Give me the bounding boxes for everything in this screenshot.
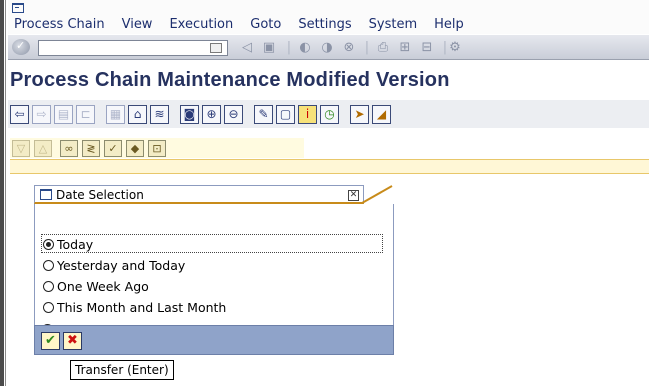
transfer-button[interactable]: ✔: [41, 332, 60, 350]
radio-button[interactable]: [43, 259, 54, 271]
exit-icon[interactable]: ◑: [320, 41, 334, 55]
cancel-icon[interactable]: ⊗: [342, 41, 356, 55]
option-label: This Month and Last Month: [57, 299, 227, 315]
save-variant-icon[interactable]: ≋: [150, 105, 169, 124]
clock-icon[interactable]: ◷: [320, 105, 339, 124]
back-icon[interactable]: ◁: [240, 41, 254, 55]
option-this-month-and-last-month[interactable]: This Month and Last Month: [43, 298, 226, 316]
info-icon[interactable]: i: [298, 105, 317, 124]
cancel-button[interactable]: ✖: [63, 332, 82, 350]
command-history-icon[interactable]: [210, 43, 222, 53]
change-icon[interactable]: ⌂: [128, 105, 147, 124]
expand-icon[interactable]: △: [34, 140, 52, 157]
back-arrow-icon[interactable]: ⇦: [10, 105, 29, 124]
radio-button[interactable]: [43, 280, 54, 292]
menu-system[interactable]: System: [369, 17, 417, 32]
work-info-band: [10, 159, 649, 174]
menu-items: Process Chain View Execution Goto Settin…: [14, 17, 481, 32]
window-left-border: [0, 0, 4, 386]
close-icon[interactable]: ✕: [348, 190, 359, 201]
execute-icon[interactable]: ➤: [350, 105, 369, 124]
activate-icon[interactable]: ◆: [126, 140, 144, 157]
system-menu-icon[interactable]: [12, 3, 24, 13]
option-label: One Week Ago: [57, 278, 149, 294]
new-page-icon[interactable]: ▢: [276, 105, 295, 124]
menu-bar: Process Chain View Execution Goto Settin…: [8, 0, 649, 34]
pencil-icon[interactable]: ✎: [254, 105, 273, 124]
option-yesterday-and-today[interactable]: Yesterday and Today: [43, 256, 185, 274]
collapse-icon[interactable]: ▽: [12, 140, 30, 157]
zoom-in-icon[interactable]: ⊕: [202, 105, 221, 124]
schedule-icon[interactable]: ⊡: [148, 140, 166, 157]
menu-view[interactable]: View: [122, 17, 153, 32]
option-label: Yesterday and Today: [57, 257, 186, 273]
standard-toolbar: ◁ ▣ | ◐ ◑ ⊗ | ⎙ ⊞ ⊟ | ⚙: [8, 35, 649, 60]
dialog-body: Today Yesterday and Today One Week Ago T…: [34, 204, 394, 325]
find-icon[interactable]: ⊞: [398, 41, 412, 55]
menu-goto[interactable]: Goto: [250, 17, 281, 32]
menu-help[interactable]: Help: [434, 17, 464, 32]
transfer-tooltip: Transfer (Enter): [70, 360, 174, 380]
more-functions-icon[interactable]: ◢: [372, 105, 391, 124]
refresh-icon[interactable]: ◙: [180, 105, 199, 124]
menu-execution[interactable]: Execution: [169, 17, 233, 32]
grid-icon[interactable]: ▦: [106, 105, 125, 124]
back-green-icon[interactable]: ◐: [298, 41, 312, 55]
page-title: Process Chain Maintenance Modified Versi…: [10, 69, 450, 91]
application-toolbar: ⇦ ⇨ ▤ ⊏ ▦ ⌂ ≋ ◙ ⊕ ⊖ ✎ ▢ i ◷ ➤ ◢: [8, 100, 649, 128]
save-icon[interactable]: ▣: [262, 41, 276, 55]
zoom-out-icon[interactable]: ⊖: [224, 105, 243, 124]
forward-arrow-icon[interactable]: ⇨: [32, 105, 51, 124]
merge-icon[interactable]: ≷: [82, 140, 100, 157]
dialog-footer: ✔ ✖: [34, 325, 394, 355]
separator-icon: |: [364, 40, 370, 55]
check-icon[interactable]: ✓: [104, 140, 122, 157]
dialog-title-tail: [362, 185, 393, 204]
dialog-titlebar: Date Selection ✕: [34, 185, 364, 204]
option-one-week-ago[interactable]: One Week Ago: [43, 277, 149, 295]
separator-icon: |: [286, 40, 292, 55]
more-icon[interactable]: ⚙: [448, 41, 462, 55]
radio-button[interactable]: [43, 301, 54, 313]
hierarchy-icon[interactable]: ⊏: [76, 105, 95, 124]
menu-settings[interactable]: Settings: [298, 17, 351, 32]
radio-button[interactable]: [43, 238, 54, 250]
find-next-icon[interactable]: ⊟: [420, 41, 434, 55]
date-selection-dialog: Date Selection ✕ Today Yesterday and Tod…: [34, 185, 394, 355]
dialog-menu-icon[interactable]: [40, 189, 52, 200]
option-today[interactable]: Today: [43, 235, 93, 253]
enter-icon[interactable]: [12, 39, 30, 55]
link-icon[interactable]: ∞: [60, 140, 78, 157]
option-label: Today: [57, 236, 94, 252]
command-field[interactable]: [38, 40, 228, 56]
display-icon[interactable]: ▤: [54, 105, 73, 124]
dialog-title: Date Selection: [56, 188, 144, 202]
menu-process-chain[interactable]: Process Chain: [14, 17, 105, 32]
window-left-border-inner: [5, 0, 6, 386]
print-icon[interactable]: ⎙: [376, 41, 390, 55]
